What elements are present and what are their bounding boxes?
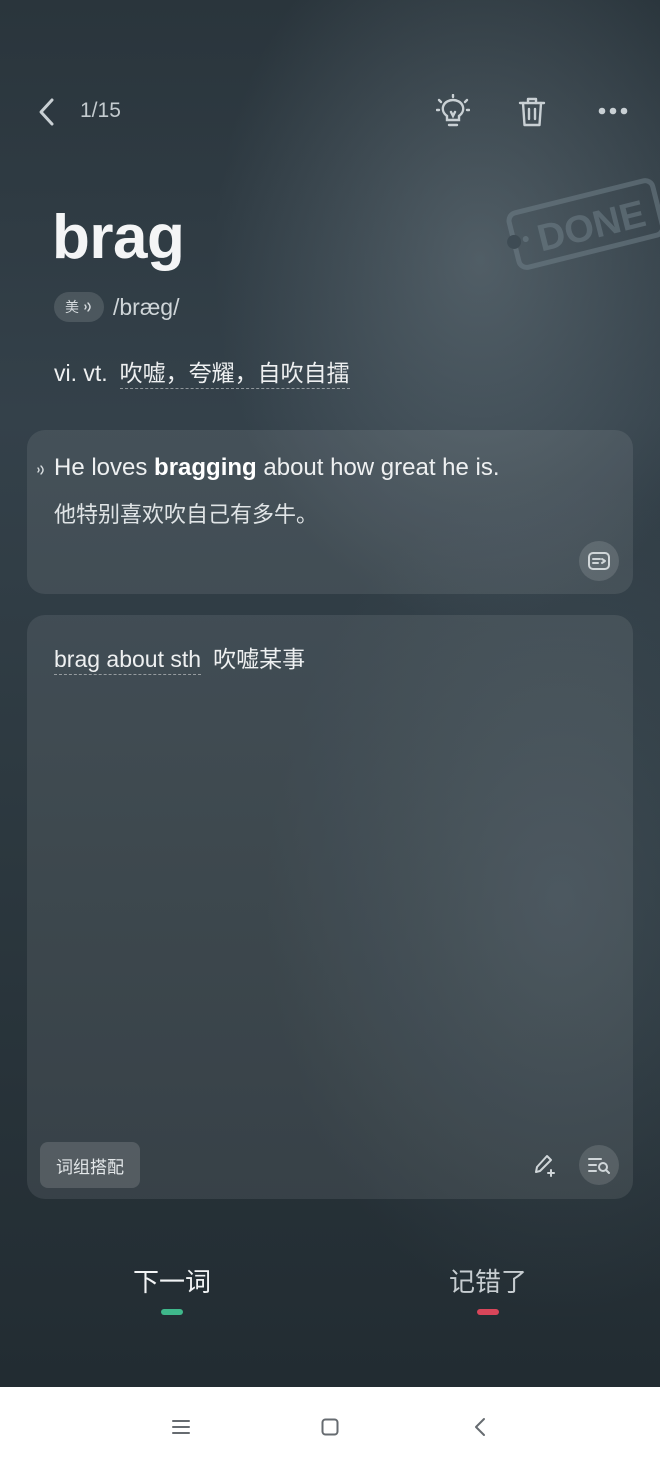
phrase-zh: 吹嘘某事 <box>213 646 306 672</box>
edit-add-icon[interactable] <box>532 1152 558 1178</box>
example-sentence-en: He loves bragging about how great he is. <box>54 454 500 481</box>
phrase-card: brag about sth 吹嘘某事 词组搭配 <box>27 615 633 1199</box>
headword: brag <box>52 203 185 272</box>
search-list-icon <box>588 1158 610 1174</box>
sound-icon <box>84 302 91 312</box>
example-sentence-zh: 他特别喜欢吹自己有多牛。 <box>54 502 319 527</box>
pronunciation-button[interactable]: 美 <box>54 292 104 322</box>
remembered-wrong-button[interactable]: 记错了 <box>418 1262 558 1299</box>
sound-icon[interactable] <box>36 463 46 477</box>
progress-counter: 1/15 <box>80 99 121 122</box>
lightbulb-icon[interactable] <box>436 94 470 130</box>
next-indicator <box>161 1309 183 1315</box>
definition-meaning[interactable]: 吹嘘，夸耀，自吹自擂 <box>119 360 350 389</box>
search-list-button[interactable] <box>579 1145 619 1185</box>
phrase-item: brag about sth 吹嘘某事 <box>54 640 306 675</box>
trash-icon[interactable] <box>518 96 546 128</box>
part-of-speech: vi. vt. <box>54 360 108 386</box>
phonetic-text: /bræg/ <box>113 294 180 320</box>
home-icon[interactable] <box>320 1417 340 1437</box>
subtitle-button[interactable] <box>579 541 619 581</box>
example-card: He loves bragging about how great he is.… <box>27 430 633 594</box>
system-nav-bar <box>0 1387 660 1467</box>
back-icon[interactable] <box>34 96 60 128</box>
subtitle-icon <box>588 552 610 570</box>
wrong-indicator <box>477 1309 499 1315</box>
done-stamp: DONE <box>506 178 660 270</box>
next-word-button[interactable]: 下一词 <box>102 1262 242 1299</box>
phrase-tag-button[interactable]: 词组搭配 <box>40 1142 140 1188</box>
phrase-en[interactable]: brag about sth <box>54 646 202 675</box>
word-card-screen: 1/15 DONE brag 美 /bræg/ vi. vt. 吹嘘，夸耀，自吹… <box>0 0 660 1387</box>
nav-back-icon[interactable] <box>472 1416 488 1438</box>
menu-icon[interactable] <box>171 1418 191 1436</box>
more-icon[interactable] <box>597 106 629 116</box>
highlighted-word: bragging <box>154 454 257 481</box>
region-label: 美 <box>65 299 79 315</box>
definition: vi. vt. 吹嘘，夸耀，自吹自擂 <box>54 354 350 389</box>
